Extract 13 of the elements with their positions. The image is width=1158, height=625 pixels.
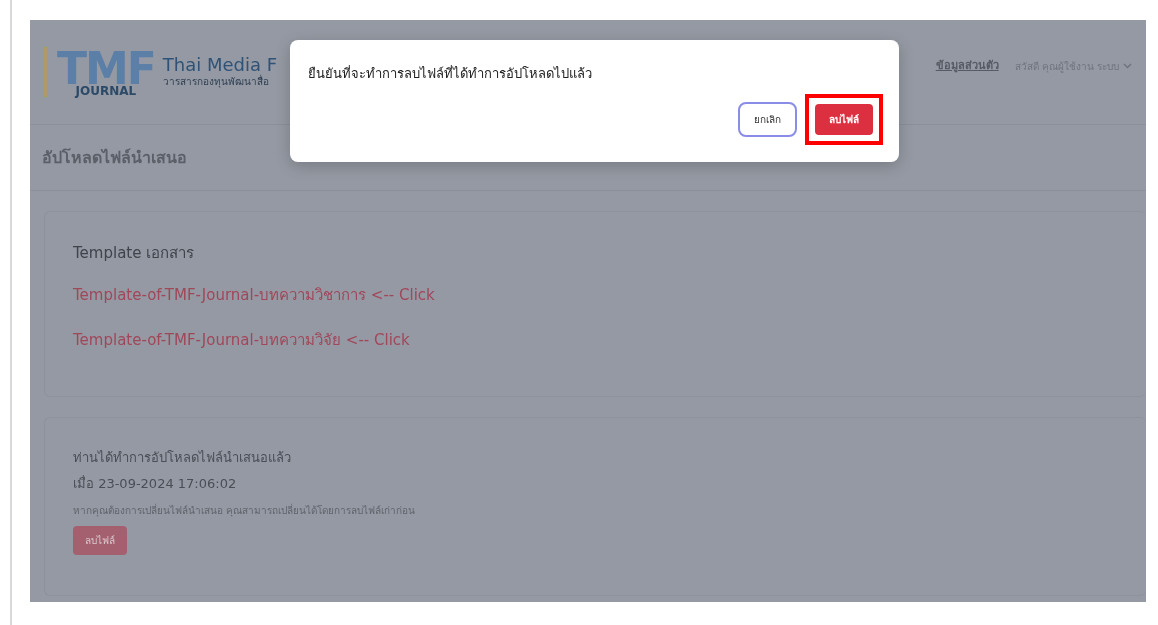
upload-timestamp: เมื่อ 23-09-2024 17:06:02	[73, 474, 238, 493]
template-link[interactable]: Template-of-TMF-Journal-บทความวิจัย <-- Click	[73, 329, 410, 352]
delete-file-button[interactable]: ลบไฟล์	[815, 103, 873, 135]
template-link[interactable]: Template-of-TMF-Journal-บทความวิชาการ <-- Click	[73, 283, 435, 306]
cancel-button[interactable]: ยกเลิก	[738, 101, 797, 137]
delete-file-button[interactable]: ลบไฟล์	[73, 526, 127, 555]
profile-link[interactable]: ข้อมูลส่วนตัว	[935, 57, 999, 75]
upload-message: ท่านได้ทำการอัปโหลดไฟล์นำเสนอแล้ว	[73, 449, 292, 467]
dialog-message: ยืนยันที่จะทำการลบไฟล์ที่ได้ทำการอัปโหลดไปแล้ว	[308, 64, 593, 83]
card-title: Template เอกสาร	[73, 243, 196, 264]
logo-title: Thai Media F	[162, 54, 278, 75]
logo-subtitle: วารสารกองทุนพัฒนาสื่อ	[162, 74, 270, 90]
chevron-down-icon	[1123, 63, 1132, 69]
